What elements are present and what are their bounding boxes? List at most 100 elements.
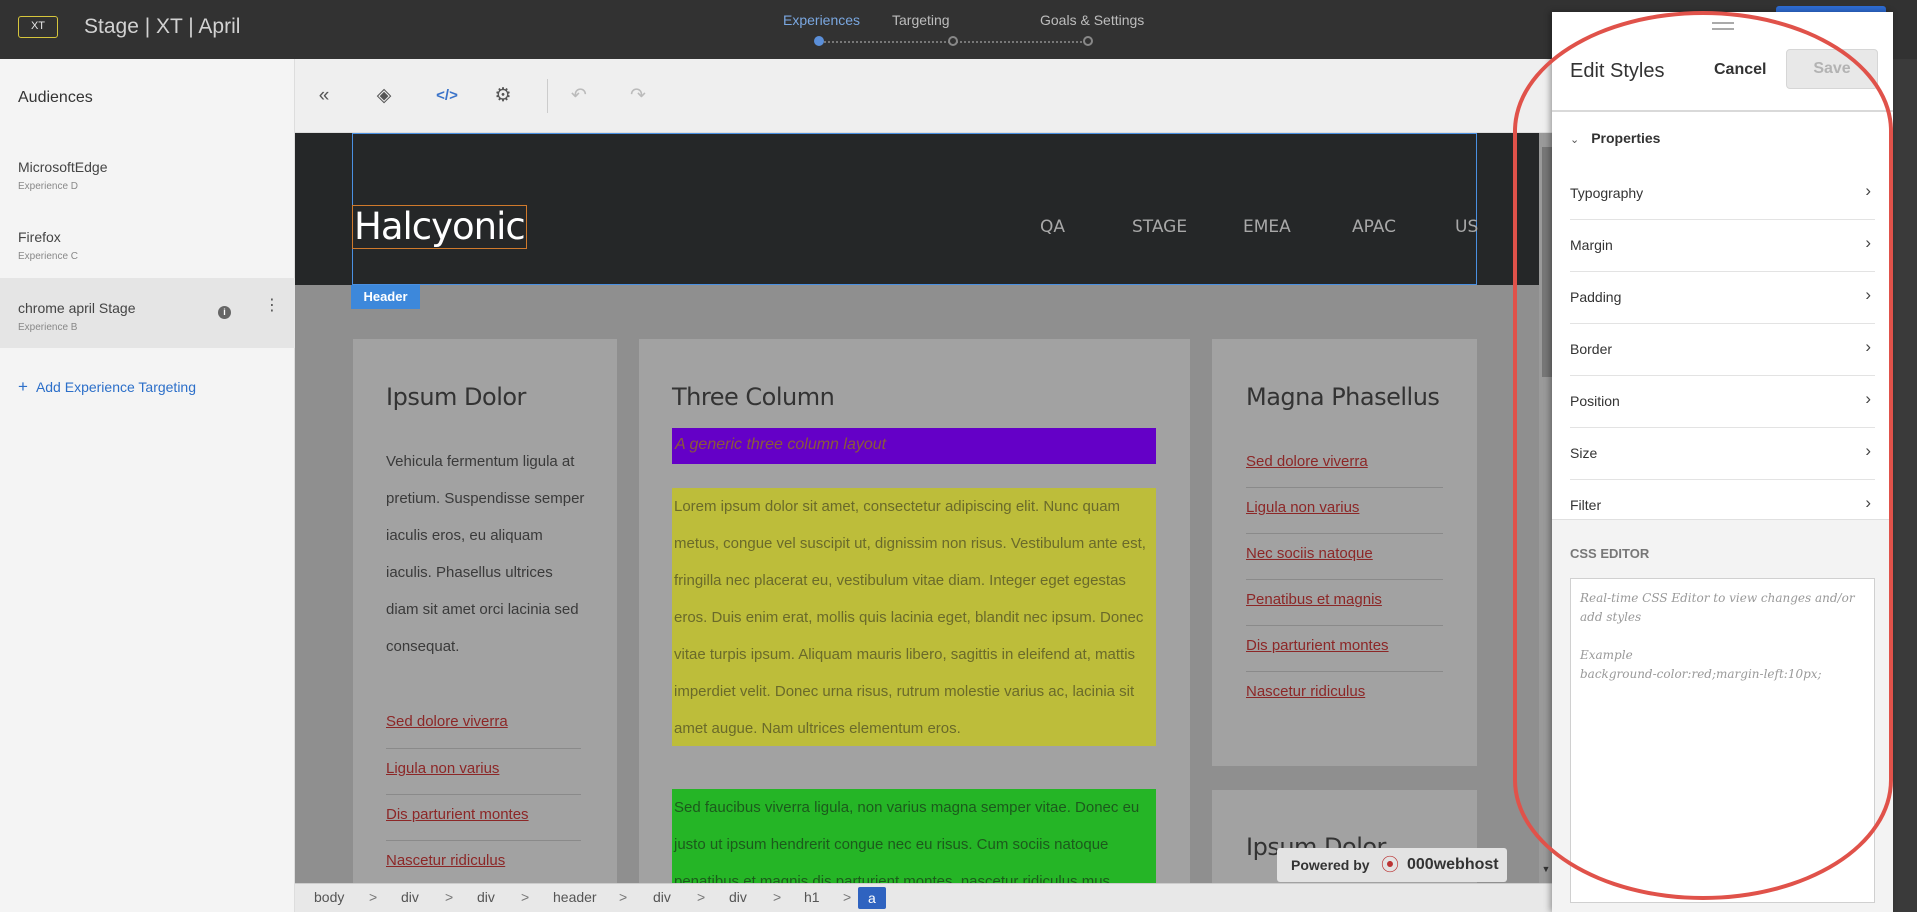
css-editor-input[interactable] bbox=[1570, 578, 1875, 903]
link-item[interactable]: Penatibus et magnis bbox=[1246, 591, 1382, 608]
cancel-button[interactable]: Cancel bbox=[1714, 61, 1766, 79]
redo-icon[interactable]: ↷ bbox=[626, 84, 650, 108]
breadcrumb-header[interactable]: header bbox=[553, 889, 597, 905]
chevron-right-icon: › bbox=[1865, 233, 1871, 252]
more-options-icon[interactable]: ⋮ bbox=[264, 298, 280, 314]
link-item[interactable]: Dis parturient montes bbox=[1246, 637, 1389, 654]
site-header[interactable]: Halcyonic QA STAGE EMEA APAC US bbox=[295, 133, 1565, 285]
panel-title: Edit Styles bbox=[1570, 60, 1665, 82]
property-typography[interactable]: Typography › bbox=[1570, 168, 1875, 220]
highlighted-paragraph[interactable]: Lorem ipsum dolor sit amet, consectetur … bbox=[672, 488, 1156, 746]
chevron-right-icon: › bbox=[1865, 441, 1871, 460]
link-item[interactable]: Nascetur ridiculus bbox=[386, 852, 505, 869]
properties-label: Properties bbox=[1591, 130, 1661, 146]
sidebar-item-chrome-april-stage[interactable]: chrome april Stage Experience B i ⋮ bbox=[0, 278, 295, 348]
add-experience-targeting-link[interactable]: + Add Experience Targeting bbox=[18, 377, 196, 397]
chevron-right-icon: > bbox=[369, 889, 378, 905]
collapse-icon[interactable]: « bbox=[312, 84, 336, 108]
step-goals-settings[interactable]: Goals & Settings bbox=[1040, 12, 1144, 28]
column-text[interactable]: Vehicula fermentum ligula at pretium. Su… bbox=[386, 443, 586, 665]
step-dot-goals-settings[interactable] bbox=[1083, 36, 1093, 46]
link-divider bbox=[1246, 671, 1443, 672]
info-icon[interactable]: i bbox=[218, 306, 231, 319]
property-size[interactable]: Size › bbox=[1570, 428, 1875, 480]
edit-styles-panel: Edit Styles Cancel Save ⌄ Properties Typo… bbox=[1552, 12, 1893, 912]
step-dot-targeting[interactable] bbox=[948, 36, 958, 46]
link-item[interactable]: Sed dolore viverra bbox=[386, 713, 508, 730]
column-tagline[interactable]: A generic three column layout bbox=[672, 428, 1156, 464]
chevron-right-icon: › bbox=[1865, 181, 1871, 200]
layers-icon[interactable]: ◈ bbox=[372, 84, 396, 108]
breadcrumb-h1[interactable]: h1 bbox=[804, 889, 820, 905]
link-item[interactable]: Ligula non varius bbox=[1246, 499, 1359, 516]
canvas-scroll-thumb[interactable] bbox=[1542, 147, 1552, 377]
nav-item-apac[interactable]: APAC bbox=[1352, 217, 1396, 237]
link-item[interactable]: Nascetur ridiculus bbox=[1246, 683, 1365, 700]
workflow-steps: Experiences Targeting Goals & Settings bbox=[780, 12, 1144, 52]
sidebar-item-label: chrome april Stage bbox=[18, 300, 136, 316]
link-divider bbox=[1246, 579, 1443, 580]
powered-by-badge[interactable]: Powered by ⦿ 000webhost bbox=[1277, 848, 1507, 882]
nav-item-qa[interactable]: QA bbox=[1040, 217, 1065, 237]
properties-section-toggle[interactable]: ⌄ Properties bbox=[1570, 130, 1660, 146]
webhost-logo-icon: ⦿ bbox=[1381, 855, 1399, 875]
chevron-right-icon: > bbox=[773, 889, 782, 905]
property-padding[interactable]: Padding › bbox=[1570, 272, 1875, 324]
webhost-brand: 000webhost bbox=[1407, 856, 1499, 873]
step-dot-experiences[interactable] bbox=[814, 36, 824, 46]
chevron-right-icon: › bbox=[1865, 337, 1871, 356]
audiences-sidebar: Audiences MicrosoftEdge Experience D Fir… bbox=[0, 59, 295, 912]
breadcrumb-div[interactable]: div bbox=[401, 889, 419, 905]
sidebar-title: Audiences bbox=[18, 89, 93, 106]
nav-item-us[interactable]: US bbox=[1455, 217, 1478, 237]
chevron-down-icon: ⌄ bbox=[1570, 134, 1580, 146]
chevron-right-icon: › bbox=[1865, 493, 1871, 512]
property-position[interactable]: Position › bbox=[1570, 376, 1875, 428]
scroll-down-arrow-icon[interactable]: ▼ bbox=[1539, 861, 1553, 877]
property-border[interactable]: Border › bbox=[1570, 324, 1875, 376]
save-button[interactable]: Save bbox=[1786, 49, 1878, 89]
page-preview-canvas[interactable]: Halcyonic QA STAGE EMEA APAC US Header I… bbox=[295, 133, 1565, 883]
breadcrumb-a[interactable]: a bbox=[858, 887, 886, 909]
column-title[interactable]: Magna Phasellus bbox=[1246, 383, 1440, 411]
activity-title: Stage | XT | April bbox=[84, 15, 241, 38]
column-title[interactable]: Three Column bbox=[672, 383, 835, 411]
chevron-right-icon: > bbox=[619, 889, 628, 905]
undo-icon[interactable]: ↶ bbox=[567, 84, 591, 108]
link-divider bbox=[1246, 625, 1443, 626]
sidebar-item-label: Firefox bbox=[18, 229, 61, 245]
link-item[interactable]: Sed dolore viverra bbox=[1246, 453, 1368, 470]
sidebar-item-firefox[interactable]: Firefox Experience C bbox=[0, 207, 295, 277]
property-label: Border bbox=[1570, 341, 1613, 357]
nav-item-emea[interactable]: EMEA bbox=[1243, 217, 1291, 237]
breadcrumb-div[interactable]: div bbox=[653, 889, 671, 905]
breadcrumb-body[interactable]: body bbox=[314, 889, 344, 905]
sidebar-item-experience: Experience C bbox=[18, 251, 79, 262]
chevron-right-icon: > bbox=[843, 889, 852, 905]
link-divider bbox=[386, 840, 581, 841]
element-breadcrumb: body > div > div > header > div > div > … bbox=[295, 883, 1565, 912]
column-title[interactable]: Ipsum Dolor bbox=[386, 383, 526, 411]
link-item[interactable]: Dis parturient montes bbox=[386, 806, 529, 823]
link-divider bbox=[386, 748, 581, 749]
add-experience-targeting-label: Add Experience Targeting bbox=[35, 379, 197, 395]
breadcrumb-div[interactable]: div bbox=[729, 889, 747, 905]
sidebar-item-experience: Experience D bbox=[18, 181, 79, 192]
breadcrumb-div[interactable]: div bbox=[477, 889, 495, 905]
css-editor-section: CSS EDITOR bbox=[1552, 519, 1893, 912]
sidebar-item-experience: Experience B bbox=[18, 322, 78, 333]
step-experiences[interactable]: Experiences bbox=[783, 12, 860, 28]
link-item[interactable]: Ligula non varius bbox=[386, 760, 499, 777]
powered-by-label: Powered by bbox=[1291, 857, 1370, 873]
settings-icon[interactable]: ⚙ bbox=[491, 84, 515, 108]
property-margin[interactable]: Margin › bbox=[1570, 220, 1875, 272]
property-label: Padding bbox=[1570, 289, 1622, 305]
site-logo-link[interactable]: Halcyonic bbox=[352, 205, 527, 249]
link-item[interactable]: Nec sociis natoque bbox=[1246, 545, 1373, 562]
code-icon[interactable]: </> bbox=[432, 84, 462, 108]
highlighted-paragraph-green[interactable]: Sed faucibus viverra ligula, non varius … bbox=[672, 789, 1156, 883]
step-targeting[interactable]: Targeting bbox=[892, 12, 950, 28]
sidebar-item-microsoftedge[interactable]: MicrosoftEdge Experience D bbox=[0, 137, 295, 207]
nav-item-stage[interactable]: STAGE bbox=[1132, 217, 1187, 237]
drag-handle-icon[interactable] bbox=[1712, 22, 1734, 30]
